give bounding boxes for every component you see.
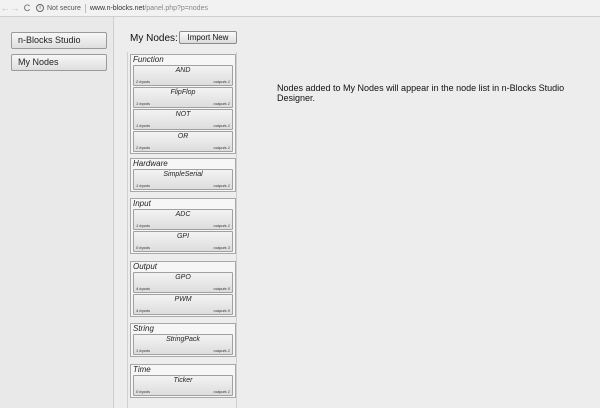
category-function: Function AND 2 inputs outputs 1 FlipFlop… <box>130 54 236 154</box>
node-item[interactable]: AND 2 inputs outputs 1 <box>133 65 233 86</box>
node-outputs: outputs 0 <box>213 308 230 313</box>
browser-toolbar: ← → C i Not secure www.n-blocks.net/pane… <box>0 0 600 17</box>
node-item[interactable]: OR 2 inputs outputs 1 <box>133 131 233 152</box>
node-item[interactable]: GPO 4 inputs outputs 0 <box>133 272 233 293</box>
node-item[interactable]: SimpleSerial 1 inputs outputs 1 <box>133 169 233 190</box>
node-name: GPO <box>175 274 191 281</box>
node-inputs: 4 inputs <box>136 308 151 313</box>
category-input: Input ADC 1 inputs outputs 1 GPI 0 input… <box>130 198 236 254</box>
info-message: Nodes added to My Nodes will appear in t… <box>277 83 565 103</box>
node-name: ADC <box>175 211 191 218</box>
category-title: Hardware <box>133 159 168 168</box>
node-item[interactable]: ADC 1 inputs outputs 1 <box>133 209 233 230</box>
node-name: PWM <box>174 296 192 303</box>
node-outputs: outputs 0 <box>213 286 230 291</box>
url-path[interactable]: /panel.php?p=nodes <box>144 5 208 12</box>
my-nodes-label: My Nodes: <box>130 33 178 44</box>
node-inputs: 0 inputs <box>136 245 151 250</box>
node-name: OR <box>177 133 189 140</box>
node-name: NOT <box>175 111 191 118</box>
security-status: Not secure <box>47 4 81 12</box>
nav-item-studio[interactable]: n-Blocks Studio <box>11 32 107 49</box>
node-inputs: 1 inputs <box>136 183 151 188</box>
node-name: FlipFlop <box>170 89 196 96</box>
node-outputs: outputs 1 <box>213 101 230 106</box>
node-list: Function AND 2 inputs outputs 1 FlipFlop… <box>127 52 237 408</box>
node-name: AND <box>175 67 191 74</box>
category-title: Input <box>133 199 151 208</box>
node-name: SimpleSerial <box>163 171 203 178</box>
nav-item-my-nodes[interactable]: My Nodes <box>11 54 107 71</box>
node-outputs: outputs 1 <box>213 223 230 228</box>
main-content: My Nodes: Import New Nodes added to My N… <box>115 17 600 408</box>
node-item[interactable]: StringPack 1 inputs outputs 1 <box>133 334 233 355</box>
category-string: String StringPack 1 inputs outputs 1 <box>130 323 236 357</box>
node-item[interactable]: FlipFlop 1 inputs outputs 1 <box>133 87 233 108</box>
node-inputs: 1 inputs <box>136 123 151 128</box>
node-item[interactable]: Ticker 0 inputs outputs 1 <box>133 375 233 396</box>
node-outputs: outputs 1 <box>213 145 230 150</box>
node-outputs: outputs 3 <box>213 245 230 250</box>
node-inputs: 0 inputs <box>136 389 151 394</box>
node-inputs: 2 inputs <box>136 79 151 84</box>
url-host[interactable]: www.n-blocks.net <box>90 5 144 12</box>
node-item[interactable]: GPI 0 inputs outputs 3 <box>133 231 233 252</box>
category-output: Output GPO 4 inputs outputs 0 PWM 4 inpu… <box>130 261 236 317</box>
node-name: StringPack <box>166 336 200 343</box>
back-arrow-icon[interactable]: ← <box>0 0 10 17</box>
node-item[interactable]: NOT 1 inputs outputs 1 <box>133 109 233 130</box>
node-inputs: 1 inputs <box>136 101 151 106</box>
node-name: GPI <box>176 233 190 240</box>
node-outputs: outputs 1 <box>213 123 230 128</box>
reload-icon[interactable]: C <box>22 0 32 17</box>
import-new-button[interactable]: Import New <box>179 31 237 44</box>
node-inputs: 1 inputs <box>136 223 151 228</box>
node-outputs: outputs 1 <box>213 389 230 394</box>
category-hardware: Hardware SimpleSerial 1 inputs outputs 1 <box>130 158 236 192</box>
node-outputs: outputs 1 <box>213 79 230 84</box>
node-outputs: outputs 1 <box>213 183 230 188</box>
forward-arrow-icon[interactable]: → <box>10 0 20 17</box>
category-title: Output <box>133 262 158 271</box>
node-outputs: outputs 1 <box>213 348 230 353</box>
address-divider <box>84 3 86 13</box>
category-title: String <box>133 324 154 333</box>
node-inputs: 1 inputs <box>136 348 151 353</box>
info-icon[interactable]: i <box>36 4 44 12</box>
category-title: Time <box>133 365 151 374</box>
node-item[interactable]: PWM 4 inputs outputs 0 <box>133 294 233 315</box>
node-name: Ticker <box>173 377 193 384</box>
node-inputs: 2 inputs <box>136 145 151 150</box>
left-nav-panel: n-Blocks Studio My Nodes <box>0 17 114 408</box>
category-time: Time Ticker 0 inputs outputs 1 <box>130 364 236 398</box>
category-title: Function <box>133 55 164 64</box>
node-inputs: 4 inputs <box>136 286 151 291</box>
